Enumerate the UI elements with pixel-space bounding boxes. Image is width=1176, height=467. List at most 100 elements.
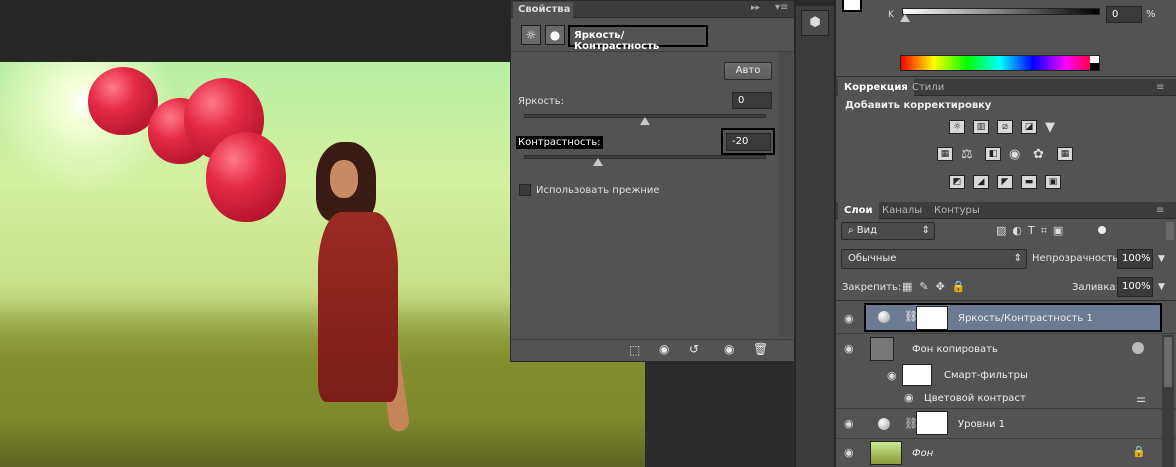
chevron-down-icon[interactable]: ▼: [1158, 254, 1165, 264]
fill-input[interactable]: 100%: [1117, 277, 1153, 297]
tab-paths[interactable]: Контуры: [928, 202, 986, 219]
hue-saturation-icon[interactable]: ▦: [937, 147, 953, 161]
contrast-slider[interactable]: [524, 155, 766, 159]
layer-row[interactable]: ◉ ⛓ Яркость/Контрастность 1: [836, 302, 1176, 334]
adjustment-layer-icon: [878, 311, 890, 323]
brightness-contrast-icon[interactable]: ☼: [949, 120, 965, 134]
brightness-input[interactable]: 0: [732, 92, 772, 109]
adjustments-tabbar: Коррекция Стили ≡: [836, 79, 1176, 96]
view-previous-icon[interactable]: ◉: [659, 342, 669, 356]
balloon: [206, 132, 286, 222]
selective-color-icon[interactable]: ▣: [1045, 175, 1061, 189]
eye-icon[interactable]: ◉: [904, 392, 918, 403]
layer-mask-thumbnail[interactable]: [916, 411, 948, 435]
collapse-icon[interactable]: ▸▸: [751, 3, 760, 13]
vibrance-icon[interactable]: ▼: [1045, 120, 1055, 135]
girl-face: [330, 160, 358, 198]
tab-adjustments[interactable]: Коррекция: [838, 79, 914, 96]
color-balance-icon[interactable]: ⚖: [961, 147, 973, 162]
k-slider[interactable]: [902, 8, 1100, 15]
opacity-label: Непрозрачность:: [1032, 253, 1122, 264]
layer-name: Цветовой контраст: [924, 393, 1026, 404]
k-channel-label: K: [888, 10, 894, 20]
properties-panel: Свойства ▸▸ ▾≡ ☼ ● Яркость/Контрастность…: [510, 0, 795, 362]
layers-scrollbar-thumb[interactable]: [1164, 337, 1172, 387]
color-lookup-icon[interactable]: ▦: [1057, 147, 1073, 161]
smart-object-thumbnail[interactable]: [870, 337, 894, 361]
filter-toggle-icon[interactable]: [1098, 226, 1106, 234]
panel-menu-icon[interactable]: ≡: [1156, 205, 1164, 216]
layer-row[interactable]: ◉ ⛓ Уровни 1: [836, 409, 1176, 439]
lock-icon: 🔒: [1132, 445, 1146, 458]
lock-label: Закрепить:: [842, 282, 902, 293]
photo-filter-icon[interactable]: ◉: [1009, 147, 1020, 162]
layers-scrollbar[interactable]: [1162, 335, 1174, 467]
posterize-icon[interactable]: ◢: [973, 175, 989, 189]
canvas-gap: [645, 362, 795, 467]
panel-menu-icon[interactable]: ≡: [1156, 82, 1164, 93]
clip-to-layer-icon[interactable]: ⬚: [629, 343, 640, 357]
foreground-swatch[interactable]: [842, 0, 862, 12]
visibility-icon[interactable]: ◉: [724, 342, 734, 356]
layer-filter-icons[interactable]: ▨◐T⌗▣: [996, 224, 1069, 238]
eye-icon[interactable]: ◉: [844, 418, 858, 429]
chevron-down-icon[interactable]: ▼: [1158, 282, 1165, 292]
filter-scroll[interactable]: [1166, 222, 1174, 240]
color-panel: K 0 %: [836, 0, 1176, 77]
gradient-map-icon[interactable]: ▬: [1021, 175, 1037, 189]
brightness-label: Яркость:: [518, 96, 565, 107]
lock-icons[interactable]: ▦✎✥🔒: [902, 280, 973, 293]
k-slider-thumb[interactable]: [900, 14, 910, 22]
layer-row[interactable]: ◉ Смарт-фильтры: [836, 364, 1176, 388]
threshold-icon[interactable]: ◤: [997, 175, 1013, 189]
black-white-swatch[interactable]: [1090, 56, 1099, 70]
brightness-adjustment-icon[interactable]: ☼: [521, 25, 541, 45]
divider: [511, 51, 794, 52]
k-value-input[interactable]: 0: [1106, 6, 1142, 23]
layer-filter-value: Вид: [856, 225, 878, 236]
exposure-icon[interactable]: ◪: [1021, 120, 1037, 134]
black-white-icon[interactable]: ◧: [985, 147, 1001, 161]
cube-3d-icon[interactable]: ⬢: [801, 10, 829, 36]
contrast-input[interactable]: -20: [726, 133, 771, 151]
layer-mask-thumbnail[interactable]: [916, 306, 948, 330]
contrast-label: Контрастность:: [516, 136, 603, 149]
layer-row[interactable]: ◉ Цветовой контраст ⚌: [836, 388, 1176, 409]
eye-icon[interactable]: ◉: [887, 370, 901, 381]
layer-row[interactable]: ◉ Фон 🔒: [836, 439, 1176, 467]
invert-icon[interactable]: ◩: [949, 175, 965, 189]
channel-mixer-icon[interactable]: ✿: [1033, 147, 1044, 162]
properties-scrollbar[interactable]: [779, 52, 793, 337]
tab-styles[interactable]: Стили: [906, 79, 950, 96]
blend-mode-select[interactable]: Обычные ⇕: [841, 249, 1027, 269]
eye-icon[interactable]: ◉: [844, 313, 858, 324]
layer-filter-select[interactable]: ⌕ Вид ⇕: [841, 222, 935, 240]
auto-button[interactable]: Авто: [724, 62, 772, 80]
chevron-updown-icon: ⇕: [921, 225, 930, 236]
opacity-input[interactable]: 100%: [1117, 249, 1153, 269]
reset-icon[interactable]: ↺: [689, 342, 699, 356]
filter-options-icon[interactable]: ⚌: [1136, 392, 1146, 405]
color-spectrum[interactable]: [900, 55, 1100, 71]
eye-icon[interactable]: ◉: [844, 343, 858, 354]
use-legacy-checkbox[interactable]: [519, 184, 531, 196]
eye-icon[interactable]: ◉: [844, 447, 858, 458]
background-thumbnail[interactable]: [870, 441, 902, 465]
layer-row[interactable]: ◉ Фон копировать: [836, 334, 1176, 364]
layers-tabbar: Слои Каналы Контуры ≡: [836, 202, 1176, 219]
smart-filter-mask-thumbnail[interactable]: [902, 364, 932, 386]
adjustment-title: Яркость/Контрастность: [568, 25, 708, 52]
curves-icon[interactable]: ⧄: [997, 120, 1013, 134]
mask-icon[interactable]: ●: [545, 25, 565, 45]
tab-properties[interactable]: Свойства: [513, 2, 573, 18]
brightness-slider-thumb[interactable]: [640, 117, 650, 125]
levels-icon[interactable]: ▥: [973, 120, 989, 134]
tab-channels[interactable]: Каналы: [876, 202, 928, 219]
panel-menu-icon[interactable]: ▾≡: [775, 2, 788, 13]
properties-footer: ⬚ ◉ ↺ ◉ 🗑: [511, 339, 794, 361]
contrast-slider-thumb[interactable]: [593, 158, 603, 166]
tab-layers[interactable]: Слои: [838, 202, 879, 219]
trash-icon[interactable]: 🗑: [753, 342, 768, 356]
smart-filter-indicator-icon: [1132, 342, 1144, 354]
k-unit: %: [1146, 9, 1156, 20]
